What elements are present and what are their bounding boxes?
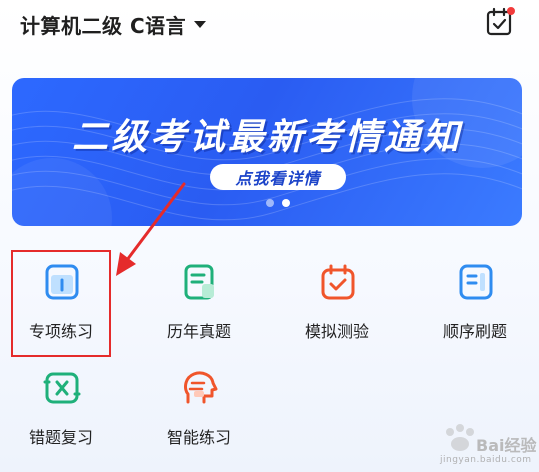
banner-detail-button[interactable]: 点我看详情	[210, 164, 346, 190]
wrong-card-icon	[43, 372, 81, 404]
highlight-box-annotation	[11, 250, 111, 357]
menu-item-label: 智能练习	[166, 428, 231, 447]
promo-banner[interactable]: 二级考试最新考情通知 点我看详情	[12, 78, 522, 226]
pagination-dot[interactable]	[266, 199, 274, 207]
watermark-url: jingyan.baidu.com	[440, 455, 532, 465]
banner-title: 二级考试最新考情通知	[71, 117, 462, 158]
menu-item-mistake-review[interactable]: 错题复习	[6, 368, 116, 468]
menu-item-label: 错题复习	[28, 428, 93, 447]
subject-title: 计算机二级 C语言	[20, 13, 187, 38]
menu-item-sequential-practice[interactable]: 顺序刷题	[420, 262, 530, 362]
calendar-check-icon	[321, 264, 355, 300]
ai-head-icon	[184, 371, 218, 404]
menu-item-mock-test[interactable]: 模拟测验	[282, 262, 392, 362]
menu-item-label: 历年真题	[166, 322, 231, 341]
red-arrow-annotation	[116, 182, 186, 276]
list-icon	[459, 264, 493, 300]
menu-item-label: 顺序刷题	[442, 322, 507, 341]
banner-pagination	[266, 199, 290, 207]
caret-down-icon	[194, 20, 207, 28]
menu-item-label: 模拟测验	[304, 322, 369, 341]
calendar-check-icon[interactable]	[484, 6, 516, 38]
top-bar: 计算机二级 C语言	[0, 0, 539, 50]
subject-selector[interactable]: 计算机二级 C语言	[20, 8, 207, 40]
pagination-dot-active[interactable]	[282, 199, 290, 207]
watermark-text: Bai经验	[476, 436, 537, 455]
menu-item-smart-practice[interactable]: 智能练习	[144, 368, 254, 468]
